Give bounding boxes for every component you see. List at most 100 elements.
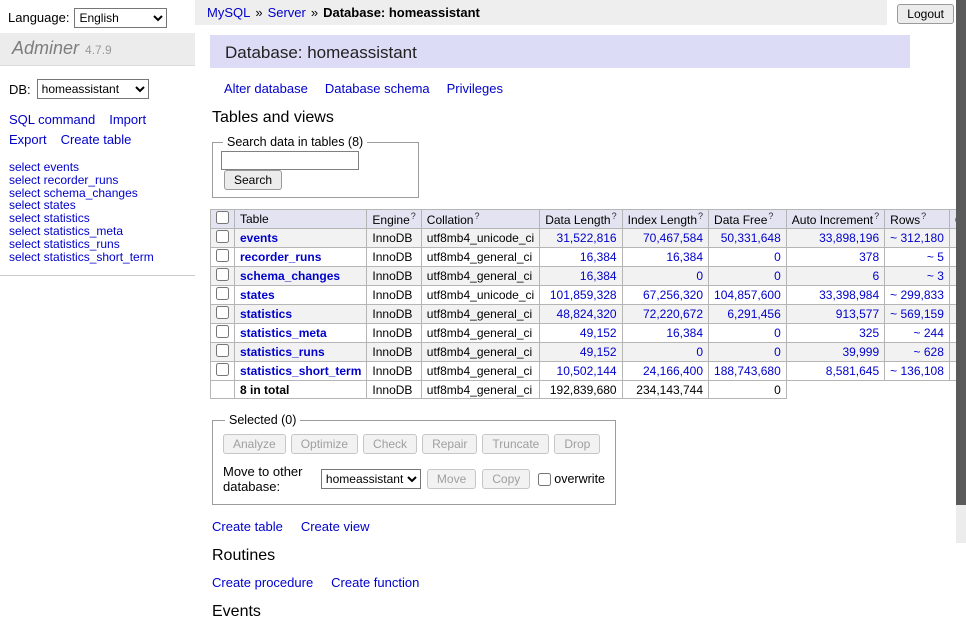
overwrite-label: overwrite [554, 472, 605, 486]
sidebar-link-sql-command[interactable]: SQL command [9, 110, 95, 130]
data-length-link[interactable]: 16,384 [580, 269, 617, 283]
index-length-link[interactable]: 67,256,320 [643, 288, 703, 302]
overwrite-checkbox[interactable] [538, 473, 551, 486]
copy-button[interactable]: Copy [482, 469, 530, 489]
page-title: Database: homeassistant [210, 35, 910, 68]
row-select-cell [211, 343, 235, 362]
table-name-link[interactable]: events [240, 231, 278, 245]
index-length-link[interactable]: 0 [696, 269, 703, 283]
data-length-link[interactable]: 31,522,816 [557, 231, 617, 245]
index-length-link[interactable]: 24,166,400 [643, 364, 703, 378]
row-checkbox[interactable] [216, 249, 229, 262]
row-checkbox[interactable] [216, 325, 229, 338]
language-select[interactable]: English [74, 8, 167, 28]
index-length-link[interactable]: 16,384 [666, 250, 703, 264]
rows-count-link[interactable]: ~ 3 [927, 269, 944, 283]
row-checkbox[interactable] [216, 287, 229, 300]
database-links: Alter database Database schema Privileges [224, 81, 910, 96]
select-all-checkbox[interactable] [216, 211, 229, 224]
analyze-button[interactable]: Analyze [223, 434, 286, 454]
row-checkbox[interactable] [216, 306, 229, 319]
scrollbar-thumb[interactable] [956, 0, 966, 505]
row-checkbox[interactable] [216, 268, 229, 281]
auto-increment-link[interactable]: 8,581,645 [826, 364, 879, 378]
database-schema-link[interactable]: Database schema [325, 81, 430, 96]
sidebar: Language: English Adminer 4.7.9 DB: home… [0, 0, 195, 543]
search-button[interactable]: Search [224, 170, 282, 190]
data-length-link[interactable]: 49,152 [580, 345, 617, 359]
table-name-link[interactable]: recorder_runs [240, 250, 321, 264]
index-length-link[interactable]: 16,384 [666, 326, 703, 340]
data-length-link[interactable]: 101,859,328 [550, 288, 617, 302]
data-free-link[interactable]: 0 [774, 326, 781, 340]
privileges-link[interactable]: Privileges [447, 81, 503, 96]
auto-increment-cell: 913,577 [786, 305, 884, 324]
db-select[interactable]: homeassistant [37, 79, 149, 99]
rows-count-link[interactable]: ~ 628 [914, 345, 944, 359]
auto-increment-link[interactable]: 325 [859, 326, 879, 340]
rows-count-link[interactable]: ~ 136,108 [890, 364, 944, 378]
auto-increment-link[interactable]: 33,898,196 [819, 231, 879, 245]
move-db-select[interactable]: homeassistant [321, 469, 421, 489]
data-length-link[interactable]: 10,502,144 [557, 364, 617, 378]
sidebar-link-import[interactable]: Import [109, 110, 146, 130]
check-button[interactable]: Check [363, 434, 417, 454]
create-view-link[interactable]: Create view [301, 519, 370, 534]
drop-button[interactable]: Drop [554, 434, 600, 454]
create-procedure-link[interactable]: Create procedure [212, 575, 313, 590]
logout-button[interactable]: Logout [897, 4, 954, 24]
data-length-link[interactable]: 48,824,320 [557, 307, 617, 321]
rows-count-link[interactable]: ~ 312,180 [890, 231, 944, 245]
sidebar-link-create-table[interactable]: Create table [61, 130, 132, 150]
adminer-logo-link[interactable]: Adminer [12, 38, 79, 59]
data-free-link[interactable]: 50,331,648 [721, 231, 781, 245]
data-free-link[interactable]: 0 [774, 269, 781, 283]
empty-cell [786, 381, 884, 399]
search-input[interactable] [221, 151, 359, 170]
data-free-link[interactable]: 104,857,600 [714, 288, 781, 302]
data-free-link[interactable]: 0 [774, 250, 781, 264]
row-checkbox[interactable] [216, 363, 229, 376]
rows-count-link[interactable]: ~ 244 [914, 326, 944, 340]
breadcrumb-server-link[interactable]: Server [268, 5, 306, 20]
optimize-button[interactable]: Optimize [291, 434, 358, 454]
index-length-link[interactable]: 0 [696, 345, 703, 359]
table-name-link[interactable]: states [240, 288, 275, 302]
engine-cell: InnoDB [367, 267, 421, 286]
row-checkbox[interactable] [216, 344, 229, 357]
index-length-link[interactable]: 72,220,672 [643, 307, 703, 321]
repair-button[interactable]: Repair [422, 434, 477, 454]
rows-count-link[interactable]: ~ 569,159 [890, 307, 944, 321]
create-function-link[interactable]: Create function [331, 575, 419, 590]
row-checkbox[interactable] [216, 230, 229, 243]
vertical-scrollbar[interactable] [956, 0, 966, 543]
alter-database-link[interactable]: Alter database [224, 81, 308, 96]
table-name-link[interactable]: statistics_short_term [240, 364, 361, 378]
index-length-link[interactable]: 70,467,584 [643, 231, 703, 245]
auto-increment-link[interactable]: 6 [872, 269, 879, 283]
total-label-cell: 8 in total [235, 381, 367, 399]
data-free-link[interactable]: 188,743,680 [714, 364, 781, 378]
rows-count-link[interactable]: ~ 299,833 [890, 288, 944, 302]
auto-increment-link[interactable]: 33,398,984 [819, 288, 879, 302]
table-name-link[interactable]: statistics_meta [240, 326, 327, 340]
auto-increment-link[interactable]: 378 [859, 250, 879, 264]
breadcrumb-mysql-link[interactable]: MySQL [207, 5, 250, 20]
select-statistics-short-term-link[interactable]: select statistics_short_term [9, 250, 154, 264]
engine-cell: InnoDB [367, 286, 421, 305]
move-button[interactable]: Move [427, 469, 476, 489]
truncate-button[interactable]: Truncate [482, 434, 549, 454]
data-length-link[interactable]: 16,384 [580, 250, 617, 264]
rows-count-link[interactable]: ~ 5 [927, 250, 944, 264]
sidebar-link-export[interactable]: Export [9, 130, 47, 150]
create-table-link[interactable]: Create table [212, 519, 283, 534]
data-free-link[interactable]: 6,291,456 [727, 307, 780, 321]
auto-increment-link[interactable]: 913,577 [836, 307, 879, 321]
table-name-link[interactable]: statistics [240, 307, 292, 321]
auto-increment-link[interactable]: 39,999 [842, 345, 879, 359]
table-name-link[interactable]: schema_changes [240, 269, 340, 283]
data-length-link[interactable]: 49,152 [580, 326, 617, 340]
table-name-link[interactable]: statistics_runs [240, 345, 325, 359]
data-free-link[interactable]: 0 [774, 345, 781, 359]
engine-cell: InnoDB [367, 229, 421, 248]
